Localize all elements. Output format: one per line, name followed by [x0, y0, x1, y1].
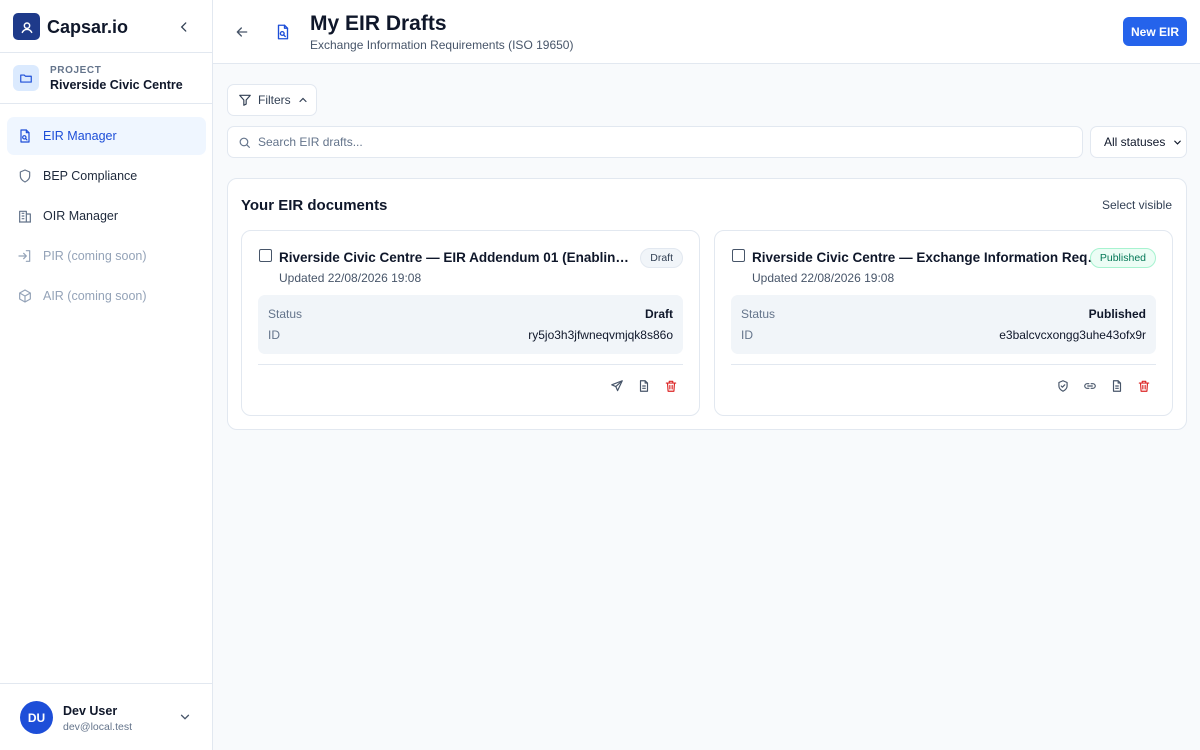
id-value: e3balcvcxongg3uhe43ofx9r — [999, 328, 1146, 342]
status-badge: Draft — [640, 248, 683, 268]
updated-timestamp: Updated 22/08/2026 19:08 — [752, 271, 895, 285]
project-name: Riverside Civic Centre — [50, 78, 183, 92]
sidebar-nav: EIR Manager BEP Compliance OIR Manager P… — [7, 117, 206, 317]
search-input[interactable] — [258, 127, 1073, 157]
document-title: Riverside Civic Centre — Exchange Inform… — [752, 250, 1106, 265]
filter-icon — [239, 94, 251, 106]
page-title: My EIR Drafts — [310, 12, 447, 35]
building-icon — [19, 210, 31, 223]
send-icon[interactable] — [609, 378, 625, 394]
filters-label: Filters — [258, 93, 291, 107]
shield-check-icon[interactable] — [1055, 378, 1071, 394]
new-eir-button[interactable]: New EIR — [1123, 17, 1187, 46]
sidebar-item-air: AIR (coming soon) — [7, 277, 206, 315]
document-icon[interactable] — [1109, 378, 1125, 394]
chevron-down-icon[interactable] — [178, 710, 192, 724]
sidebar-item-bep-compliance[interactable]: BEP Compliance — [7, 157, 206, 195]
card-divider — [731, 364, 1156, 365]
status-badge: Published — [1089, 248, 1156, 268]
id-label: ID — [268, 328, 280, 342]
documents-panel: Your EIR documents Select visible Rivers… — [227, 178, 1187, 430]
user-name: Dev User — [63, 704, 118, 718]
sidebar: Capsar.io PROJECT Riverside Civic Centre… — [0, 0, 213, 750]
brand-bar: Capsar.io — [0, 0, 212, 53]
status-filter-select[interactable]: All statuses — [1090, 126, 1187, 158]
user-search-icon — [13, 13, 40, 40]
document-icon[interactable] — [636, 378, 652, 394]
chevron-left-icon — [180, 22, 187, 32]
package-icon — [19, 289, 31, 303]
panel-title: Your EIR documents — [241, 197, 388, 214]
select-checkbox[interactable] — [732, 249, 745, 262]
arrow-left-icon — [236, 27, 248, 37]
card-actions — [609, 378, 679, 394]
id-value: ry5jo3h3jfwneqvmjqk8s86o — [528, 328, 673, 342]
card-divider — [258, 364, 683, 365]
file-search-icon — [273, 22, 293, 42]
link-icon[interactable] — [1082, 378, 1098, 394]
sidebar-item-eir-manager[interactable]: EIR Manager — [7, 117, 206, 155]
avatar: DU — [20, 701, 53, 734]
collapse-sidebar-button[interactable] — [174, 17, 194, 37]
brand-name: Capsar.io — [47, 17, 129, 37]
file-search-icon — [20, 129, 30, 143]
sidebar-item-pir: PIR (coming soon) — [7, 237, 206, 275]
trash-icon[interactable] — [1136, 378, 1152, 394]
login-arrow-icon — [18, 250, 31, 262]
sidebar-item-label: OIR Manager — [43, 209, 119, 223]
sidebar-item-label: EIR Manager — [43, 129, 117, 143]
status-value: Published — [1088, 307, 1146, 321]
sidebar-item-label: PIR (coming soon) — [43, 249, 147, 263]
sidebar-item-label: BEP Compliance — [43, 169, 138, 183]
document-title: Riverside Civic Centre — EIR Addendum 01… — [279, 250, 633, 265]
chevron-down-icon — [1174, 140, 1181, 145]
chevron-up-icon — [299, 97, 307, 103]
status-label: Status — [268, 307, 303, 321]
updated-timestamp: Updated 22/08/2026 19:08 — [279, 271, 422, 285]
folder-icon — [13, 65, 39, 91]
select-checkbox[interactable] — [259, 249, 272, 262]
select-visible-button[interactable]: Select visible — [1102, 198, 1172, 212]
sidebar-item-label: AIR (coming soon) — [43, 289, 147, 303]
trash-icon[interactable] — [663, 378, 679, 394]
status-label: Status — [741, 307, 776, 321]
status-filter-value: All statuses — [1104, 135, 1166, 149]
search-icon — [239, 137, 250, 148]
back-button[interactable] — [232, 22, 252, 42]
project-selector[interactable]: PROJECT Riverside Civic Centre — [0, 53, 212, 104]
search-box — [227, 126, 1083, 158]
id-label: ID — [741, 328, 753, 342]
filters-toggle-button[interactable]: Filters — [227, 84, 317, 116]
document-card[interactable]: Riverside Civic Centre — EIR Addendum 01… — [241, 230, 700, 416]
status-value: Draft — [644, 307, 673, 321]
document-meta: Status Draft ID ry5jo3h3jfwneqvmjqk8s86o — [258, 295, 683, 354]
document-card[interactable]: Riverside Civic Centre — Exchange Inform… — [714, 230, 1173, 416]
sidebar-item-oir-manager[interactable]: OIR Manager — [7, 197, 206, 235]
shield-icon — [19, 169, 31, 183]
page-subtitle: Exchange Information Requirements (ISO 1… — [310, 38, 574, 52]
user-email: dev@local.test — [63, 721, 133, 733]
project-kicker: PROJECT — [50, 65, 102, 76]
document-meta: Status Published ID e3balcvcxongg3uhe43o… — [731, 295, 1156, 354]
card-actions — [1055, 378, 1152, 394]
page-header: My EIR Drafts Exchange Information Requi… — [213, 0, 1200, 64]
user-menu[interactable]: DU Dev User dev@local.test — [0, 683, 212, 750]
